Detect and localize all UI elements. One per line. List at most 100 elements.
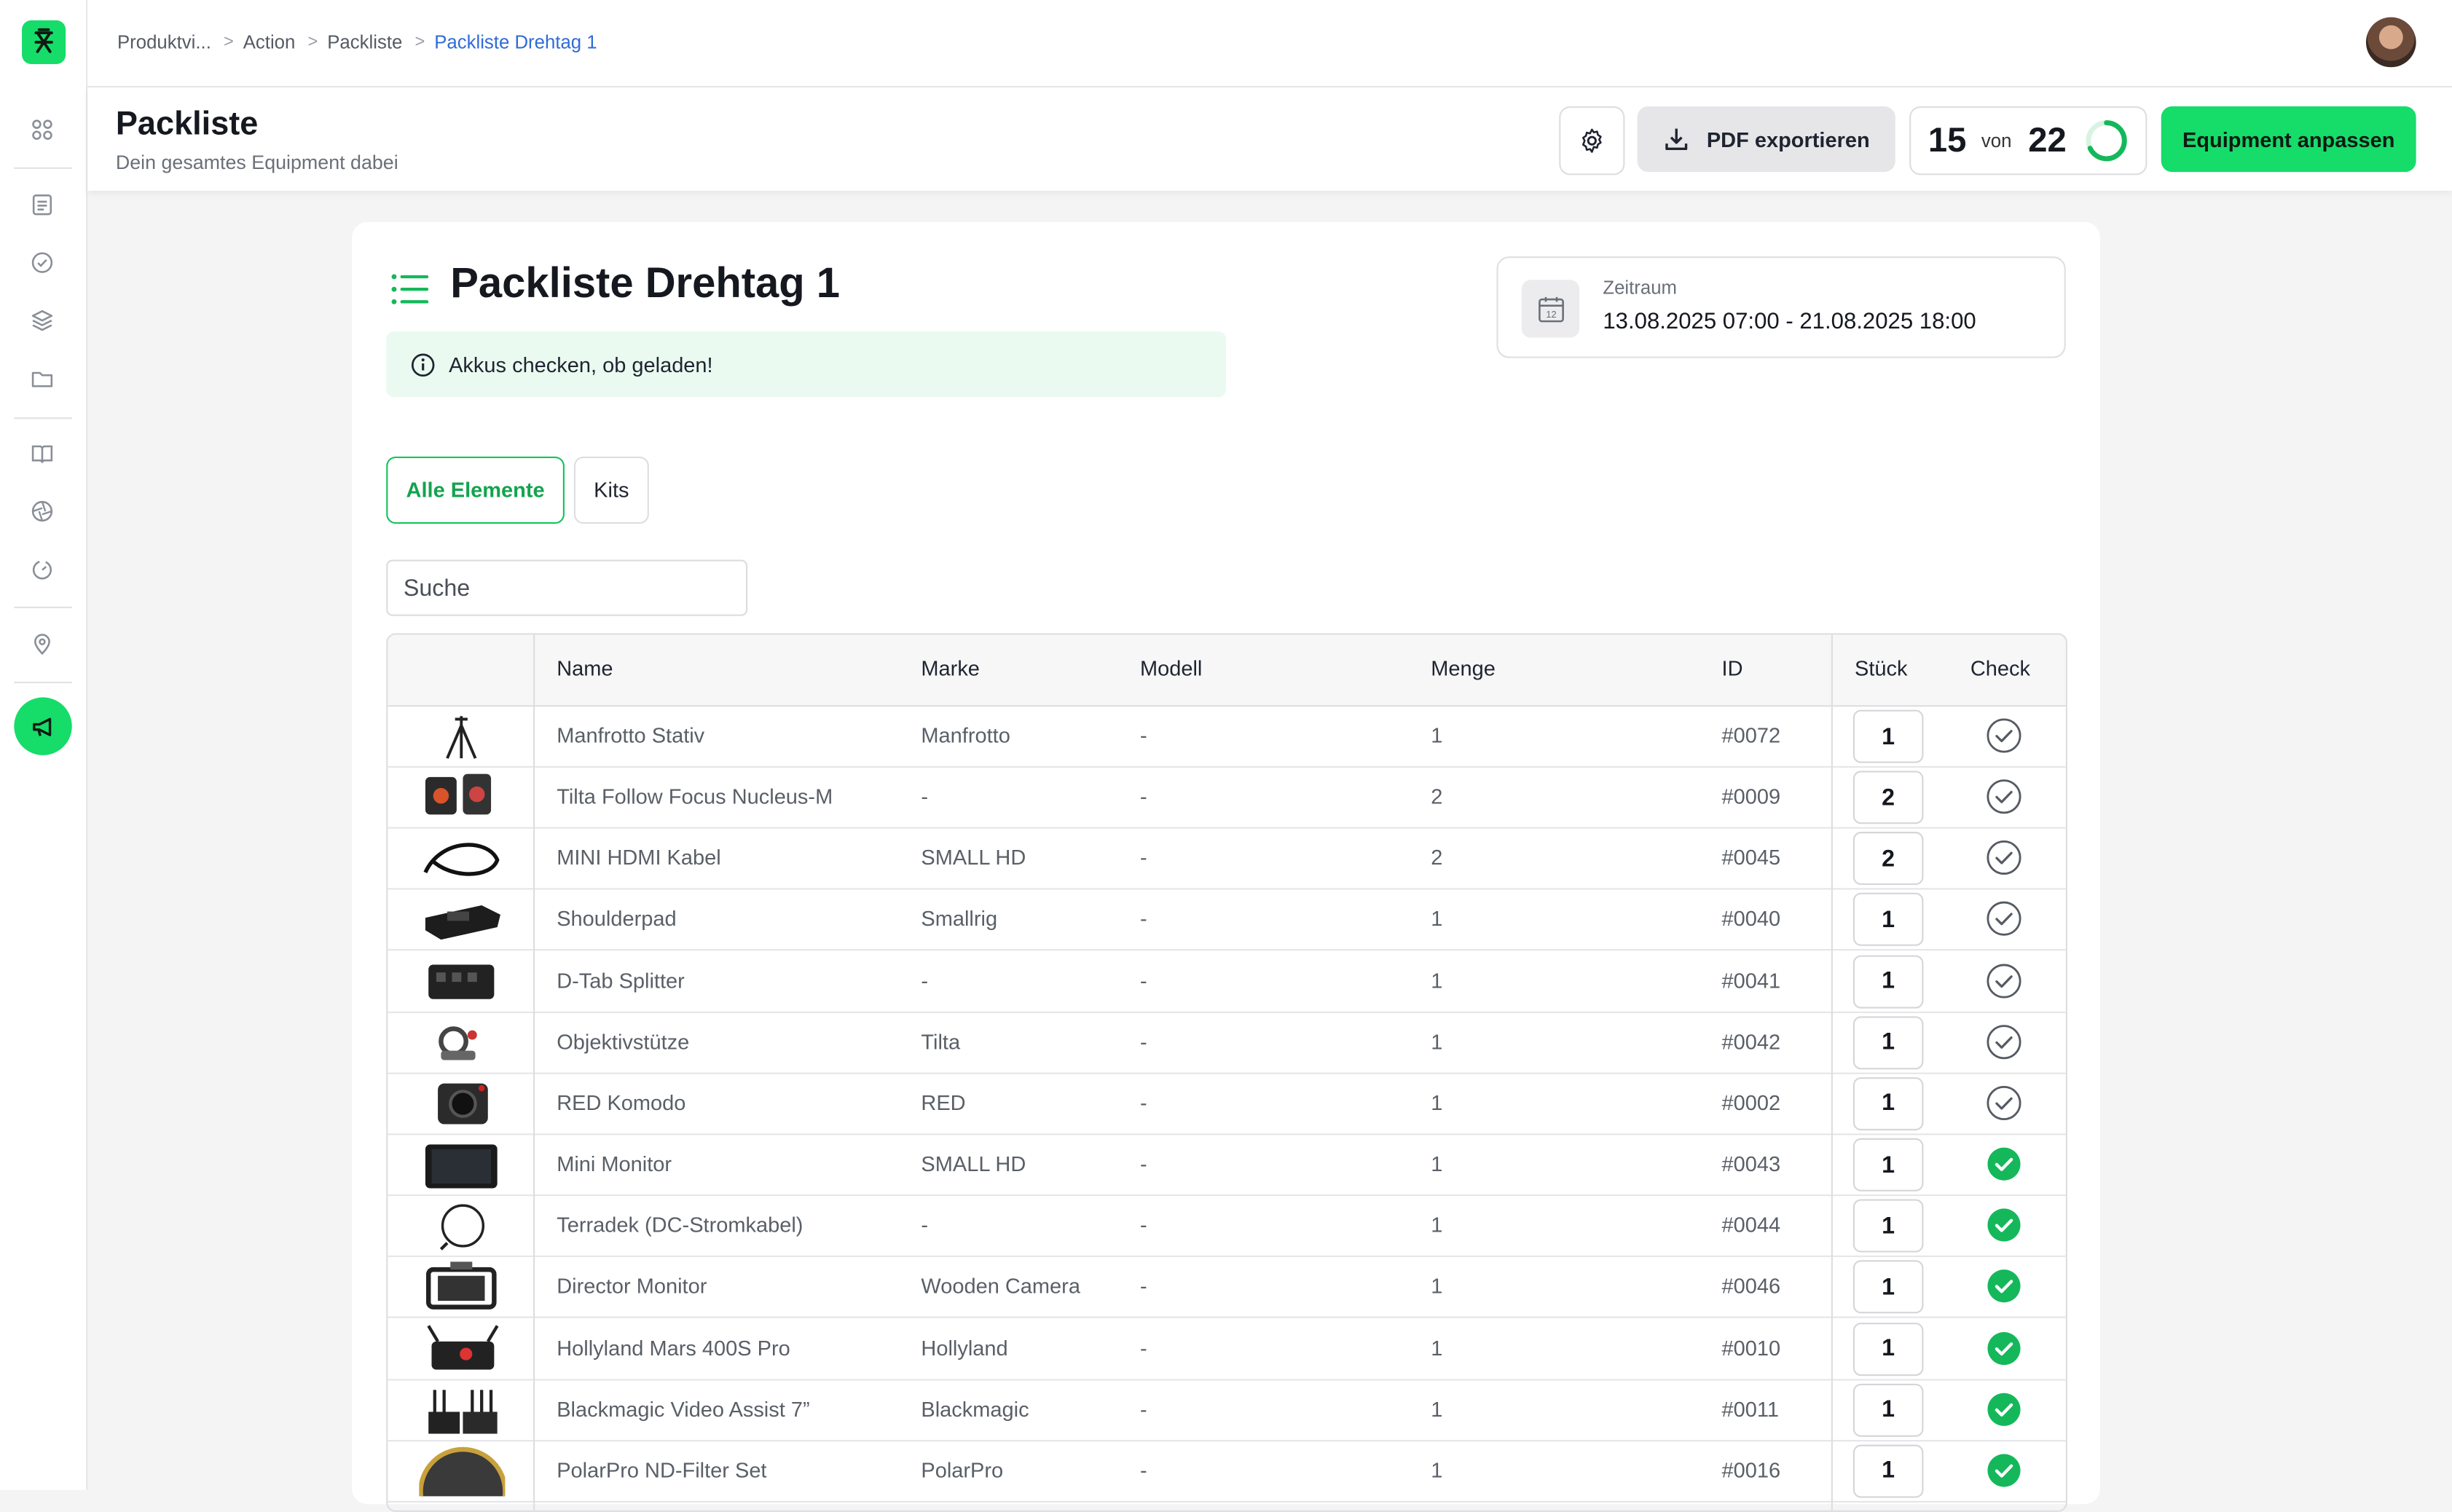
table-row[interactable]: Blackmagic Video Assist 7” Blackmagic - 1 #0… — [388, 1379, 2066, 1441]
cell-model: - — [1139, 1091, 1147, 1115]
checked-circle-icon[interactable] — [1986, 1452, 2021, 1488]
checked-circle-icon[interactable] — [1986, 1146, 2021, 1182]
cell-brand: Manfrotto — [921, 723, 1010, 748]
table-row[interactable]: Mini Monitor SMALL HD - 1 #0043 1 — [388, 1133, 2066, 1197]
checked-circle-icon[interactable] — [1986, 1391, 2021, 1427]
table-row[interactable]: Terradek (DC-Stromkabel) - - 1 #0044 1 — [388, 1194, 2066, 1258]
book-icon[interactable] — [28, 439, 57, 468]
calendar-icon: 12 — [1521, 280, 1580, 338]
breadcrumb-item[interactable]: Action — [243, 31, 296, 53]
cell-brand: RED — [921, 1091, 966, 1115]
table-row[interactable]: Manfrotto Stativ Manfrotto - 1 #0072 1 — [388, 705, 2066, 768]
quantity-field[interactable]: 2 — [1852, 832, 1924, 886]
checked-circle-icon[interactable] — [1986, 1269, 2021, 1304]
unchecked-circle-icon[interactable] — [1986, 962, 2021, 998]
cell-brand: - — [921, 1213, 929, 1237]
director-chair-icon — [34, 28, 53, 53]
tab-all-elements[interactable]: Alle Elemente — [386, 456, 565, 524]
tab-kits[interactable]: Kits — [573, 456, 649, 524]
table-row[interactable]: D-Tab Splitter - - 1 #0041 1 — [388, 950, 2066, 1013]
page-title: Packliste — [115, 106, 259, 143]
quantity-field[interactable]: 1 — [1852, 893, 1924, 947]
table-row[interactable]: RED Komodo RED - 1 #0002 1 — [388, 1072, 2066, 1135]
folder-icon[interactable] — [28, 364, 57, 393]
megaphone-icon[interactable] — [14, 697, 72, 755]
unchecked-circle-icon[interactable] — [1986, 1024, 2021, 1060]
count-total: 22 — [2028, 120, 2067, 160]
cell-brand: SMALL HD — [921, 846, 1026, 870]
breadcrumb-current[interactable]: Packliste Drehtag 1 — [434, 31, 597, 53]
quantity-field[interactable]: 1 — [1852, 954, 1924, 1008]
column-header-id[interactable]: ID — [1722, 657, 1743, 680]
cell-name: Hollyland Mars 400S Pro — [557, 1336, 790, 1360]
aperture-icon[interactable] — [28, 497, 57, 526]
checked-circle-icon[interactable] — [1986, 1208, 2021, 1243]
cell-model: - — [1139, 1397, 1147, 1421]
cell-model: - — [1139, 907, 1147, 932]
tripod-icon — [446, 716, 477, 759]
column-header-brand[interactable]: Marke — [921, 657, 980, 680]
table-row[interactable]: PolarPro ND-Filter Set PolarPro - 1 #0016 1 — [388, 1440, 2066, 1503]
notes-icon[interactable] — [28, 191, 57, 219]
unchecked-circle-icon[interactable] — [1986, 779, 2021, 814]
table-row[interactable]: Shoulderpad Smallrig - 1 #0040 1 — [388, 889, 2066, 952]
unchecked-circle-icon[interactable] — [1986, 840, 2021, 875]
monitor-icon — [425, 1144, 498, 1189]
app-logo[interactable] — [22, 20, 66, 65]
layers-icon[interactable] — [28, 307, 57, 335]
cell-name: Shoulderpad — [557, 907, 677, 932]
cell-model: - — [1139, 723, 1147, 748]
quantity-field[interactable]: 2 — [1852, 771, 1924, 824]
gear-icon — [1581, 128, 1602, 153]
equipment-table: Name Marke Modell Menge ID Stück Check M… — [386, 633, 2067, 1512]
location-pin-icon[interactable] — [28, 630, 57, 658]
quantity-field[interactable]: 1 — [1852, 1322, 1924, 1376]
breadcrumb-item[interactable]: Produktvi... — [117, 31, 211, 53]
cell-id: #0041 — [1721, 969, 1781, 993]
chevron-right-icon: > — [224, 33, 234, 52]
search-input[interactable]: Suche — [386, 559, 748, 616]
unchecked-circle-icon[interactable] — [1986, 1085, 2021, 1121]
quantity-field[interactable]: 1 — [1852, 1444, 1924, 1498]
table-row[interactable]: Director Monitor Wooden Camera - 1 #0046 1 — [388, 1256, 2066, 1319]
info-note-text: Akkus checken, ob geladen! — [449, 353, 713, 377]
settings-button[interactable] — [1559, 106, 1625, 176]
progress-ring — [2086, 120, 2127, 162]
timer-icon[interactable] — [28, 555, 57, 583]
column-header-name[interactable]: Name — [557, 657, 613, 680]
table-row[interactable]: Objektivstütze Tilta - 1 #0042 1 — [388, 1011, 2066, 1074]
cell-id: #0042 — [1721, 1030, 1781, 1054]
equipment-adjust-button[interactable]: Equipment anpassen — [2161, 106, 2416, 173]
check-circle-icon[interactable] — [28, 248, 57, 277]
column-header-model[interactable]: Modell — [1140, 657, 1202, 680]
checked-circle-icon[interactable] — [1986, 1330, 2021, 1366]
table-row[interactable]: MINI HDMI Kabel SMALL HD - 2 #0045 2 — [388, 827, 2066, 891]
cell-brand: Wooden Camera — [921, 1275, 1080, 1299]
unchecked-circle-icon[interactable] — [1986, 717, 2021, 753]
table-row[interactable]: Hollyland Mars 400S Pro Hollyland - 1 #0010 1 — [388, 1318, 2066, 1380]
count-done: 15 — [1928, 120, 1967, 160]
breadcrumb-item[interactable]: Packliste — [327, 31, 402, 53]
cell-name: Objektivstütze — [557, 1030, 690, 1054]
quantity-field[interactable]: 1 — [1852, 709, 1924, 763]
avatar[interactable] — [2365, 17, 2416, 68]
cell-model: - — [1139, 784, 1147, 809]
quantity-field[interactable]: 1 — [1852, 1015, 1924, 1069]
quantity-field[interactable]: 1 — [1852, 1260, 1924, 1314]
unchecked-circle-icon[interactable] — [1986, 901, 2021, 937]
table-row[interactable]: Tilta Follow Focus Nucleus-M - - 2 #0009 2 — [388, 766, 2066, 830]
transmitter-icon — [427, 1324, 499, 1369]
cell-model: - — [1139, 846, 1147, 870]
pdf-export-button[interactable]: PDF exportieren — [1637, 106, 1895, 173]
column-header-check: Check — [1970, 656, 2030, 680]
cable-icon — [423, 843, 500, 877]
dashboard-icon[interactable] — [28, 116, 57, 144]
quantity-field[interactable]: 1 — [1852, 1199, 1924, 1253]
cell-model: - — [1139, 1152, 1147, 1176]
column-header-amount[interactable]: Menge — [1431, 657, 1496, 680]
quantity-field[interactable]: 1 — [1852, 1076, 1924, 1130]
quantity-field[interactable]: 1 — [1852, 1383, 1924, 1437]
cell-id: #0046 — [1721, 1275, 1781, 1299]
cell-brand: Blackmagic — [921, 1397, 1029, 1421]
quantity-field[interactable]: 1 — [1852, 1138, 1924, 1192]
